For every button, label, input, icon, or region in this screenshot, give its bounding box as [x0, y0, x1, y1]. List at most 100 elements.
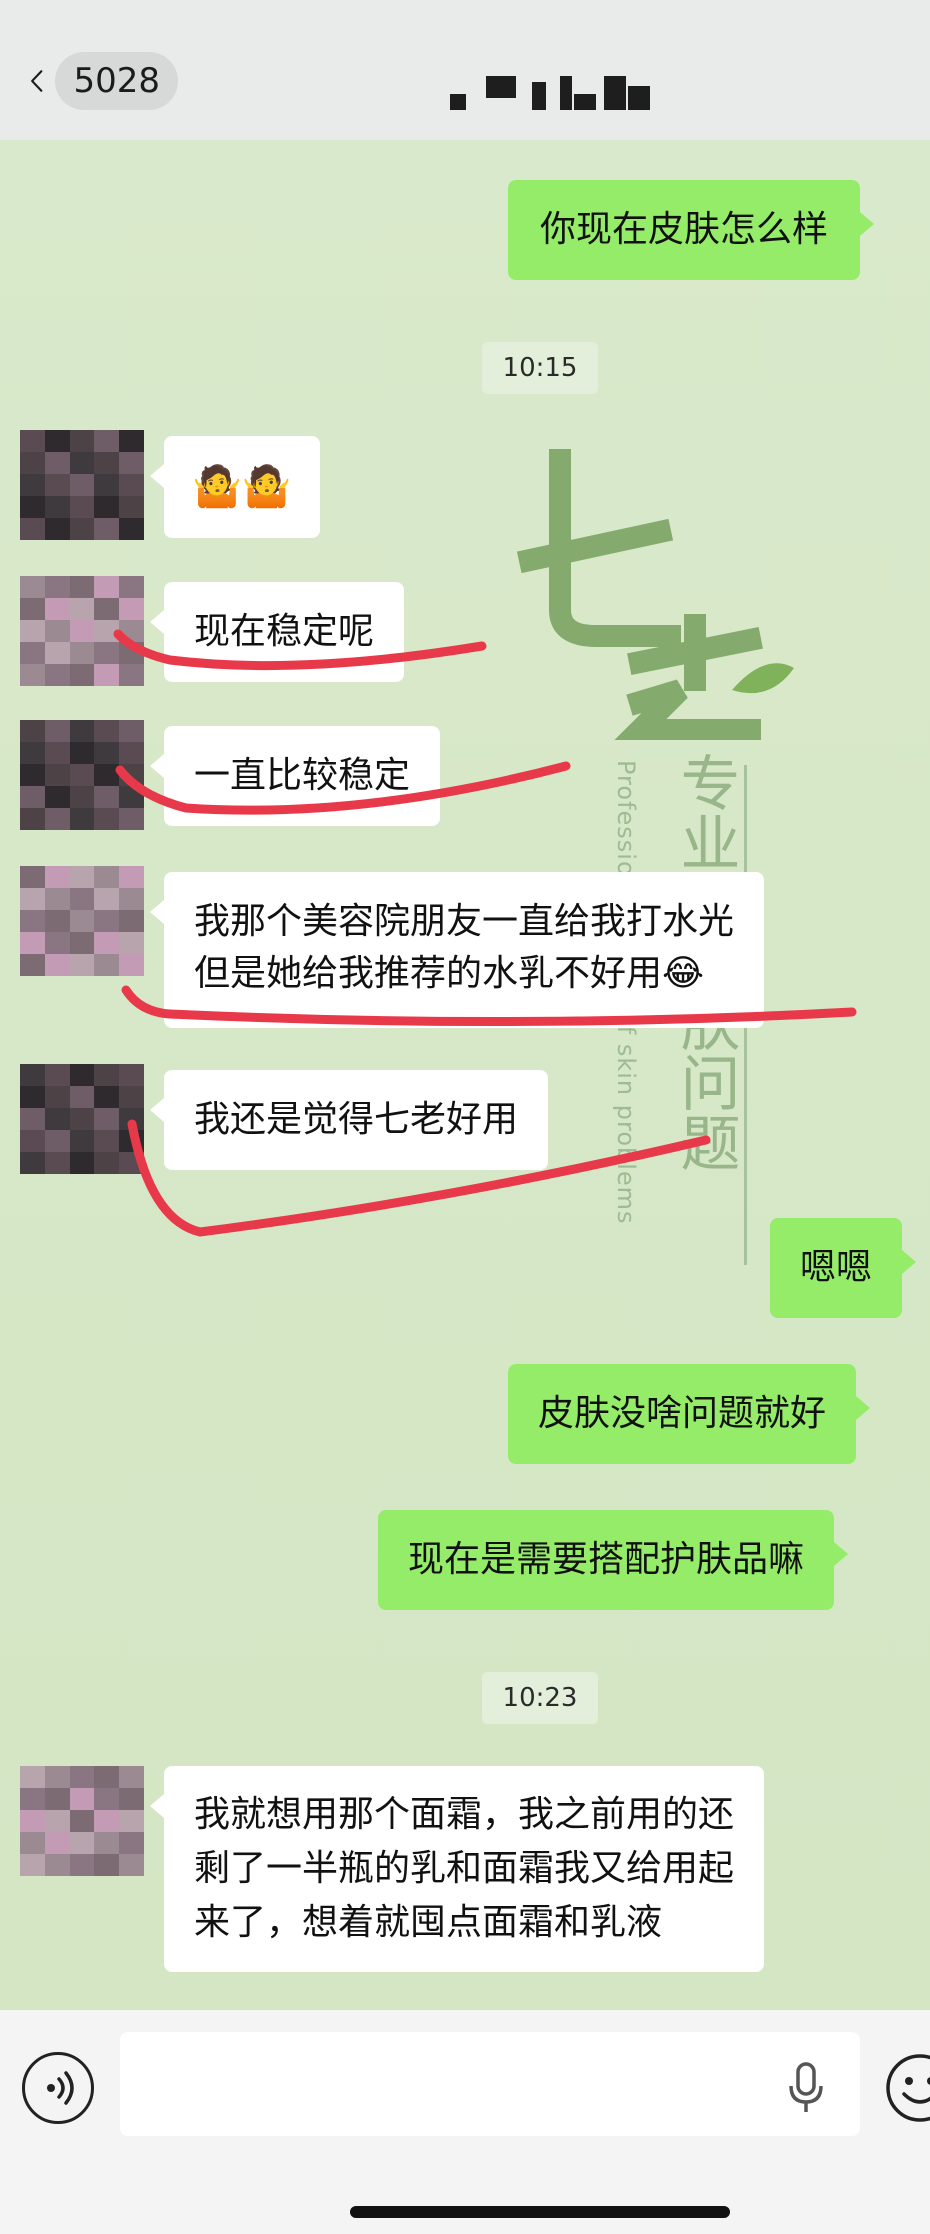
- incoming-message[interactable]: 我就想用那个面霜，我之前用的还 剩了一半瓶的乳和面霜我又给用起 来了，想着就囤点…: [149, 1766, 765, 1972]
- avatar-pixel: [69, 1108, 95, 1130]
- back-button[interactable]: 5028: [28, 50, 178, 112]
- outgoing-message[interactable]: 现在是需要搭配护肤品嘛: [378, 1510, 849, 1610]
- emoji-icon[interactable]: [884, 2052, 930, 2124]
- chat-header: 5028: [0, 0, 930, 140]
- contact-name-redacted: [450, 72, 680, 110]
- avatar-pixel: [69, 888, 95, 910]
- incoming-message[interactable]: 🤷🤷: [150, 436, 320, 538]
- avatar-pixel: [94, 910, 120, 932]
- avatar-pixel: [69, 932, 95, 954]
- avatar-pixel: [44, 1064, 70, 1086]
- avatar-pixel: [20, 1854, 45, 1876]
- avatar-pixel: [119, 1788, 144, 1810]
- avatar-pixel: [20, 764, 45, 786]
- avatar-pixel: [94, 1854, 120, 1876]
- contact-avatar[interactable]: [20, 1064, 144, 1174]
- avatar-pixel: [20, 720, 45, 742]
- avatar-pixel: [44, 1832, 70, 1854]
- avatar-pixel: [44, 1810, 70, 1832]
- avatar-pixel: [94, 954, 120, 976]
- avatar-pixel: [44, 1766, 70, 1788]
- avatar-pixel: [44, 866, 70, 888]
- avatar-pixel: [20, 518, 45, 540]
- avatar-pixel: [44, 620, 70, 642]
- avatar-pixel: [69, 1130, 95, 1152]
- avatar-pixel: [20, 1064, 45, 1086]
- contact-avatar[interactable]: [20, 720, 144, 830]
- message-line: 我那个美容院朋友一直给我打水光: [194, 901, 735, 942]
- avatar-pixel: [119, 642, 144, 664]
- avatar-pixel: [94, 1152, 120, 1174]
- avatar-pixel: [20, 1832, 45, 1854]
- message-input[interactable]: [120, 2032, 860, 2136]
- avatar-pixel: [69, 910, 95, 932]
- avatar-pixel: [119, 452, 144, 474]
- avatar-pixel: [20, 1086, 45, 1108]
- avatar-pixel: [44, 598, 70, 620]
- avatar-pixel: [94, 932, 120, 954]
- avatar-pixel: [94, 642, 120, 664]
- voice-toggle-button[interactable]: [22, 2052, 94, 2124]
- contact-avatar[interactable]: [20, 576, 144, 686]
- avatar-pixel: [119, 1810, 144, 1832]
- avatar-pixel: [20, 742, 45, 764]
- avatar-pixel: [119, 1152, 144, 1174]
- avatar-pixel: [20, 452, 45, 474]
- avatar-pixel: [119, 576, 144, 598]
- avatar-pixel: [69, 1064, 95, 1086]
- avatar-pixel: [44, 576, 70, 598]
- contact-avatar[interactable]: [20, 866, 144, 976]
- avatar-pixel: [20, 1130, 45, 1152]
- avatar-pixel: [94, 430, 120, 452]
- avatar-pixel: [44, 474, 70, 496]
- contact-avatar[interactable]: [20, 430, 144, 540]
- incoming-message[interactable]: 我还是觉得七老好用: [149, 1070, 549, 1170]
- avatar-pixel: [94, 808, 120, 830]
- avatar-pixel: [94, 598, 120, 620]
- avatar-pixel: [119, 1064, 144, 1086]
- avatar-pixel: [94, 1086, 120, 1108]
- incoming-message[interactable]: 一直比较稳定: [149, 726, 441, 826]
- avatar-pixel: [69, 496, 95, 518]
- avatar-pixel: [94, 1108, 120, 1130]
- avatar-pixel: [94, 496, 120, 518]
- avatar-pixel: [119, 664, 144, 686]
- avatar-pixel: [20, 888, 45, 910]
- avatar-pixel: [20, 474, 45, 496]
- avatar-pixel: [94, 620, 120, 642]
- avatar-pixel: [69, 1810, 95, 1832]
- avatar-pixel: [20, 1810, 45, 1832]
- outgoing-message[interactable]: 皮肤没啥问题就好: [508, 1364, 871, 1464]
- outgoing-message[interactable]: 嗯嗯: [770, 1218, 917, 1318]
- avatar-pixel: [119, 786, 144, 808]
- avatar-pixel: [119, 430, 144, 452]
- outgoing-message[interactable]: 你现在皮肤怎么样: [508, 180, 875, 280]
- avatar-pixel: [20, 1108, 45, 1130]
- avatar-pixel: [94, 1064, 120, 1086]
- contact-avatar[interactable]: [20, 1766, 144, 1876]
- message-line: 但是她给我推荐的水乳不好用😂: [194, 953, 705, 994]
- avatar-pixel: [119, 866, 144, 888]
- incoming-message[interactable]: 我那个美容院朋友一直给我打水光 但是她给我推荐的水乳不好用😂: [149, 872, 765, 1028]
- microphone-icon[interactable]: [786, 2062, 826, 2114]
- chevron-left-icon: [31, 70, 43, 92]
- avatar-pixel: [44, 1854, 70, 1876]
- avatar-pixel: [20, 430, 45, 452]
- avatar-pixel: [20, 808, 45, 830]
- avatar-pixel: [119, 620, 144, 642]
- voice-icon: [47, 2071, 74, 2105]
- timestamp: 10:15: [482, 342, 598, 394]
- avatar-pixel: [69, 518, 95, 540]
- avatar-pixel: [94, 1766, 120, 1788]
- avatar-pixel: [44, 642, 70, 664]
- incoming-message[interactable]: 现在稳定呢: [149, 582, 405, 682]
- avatar-pixel: [69, 598, 95, 620]
- message-line: 剩了一半瓶的乳和面霜我又给用起: [194, 1848, 735, 1889]
- avatar-pixel: [44, 932, 70, 954]
- avatar-pixel: [44, 764, 70, 786]
- avatar-pixel: [69, 620, 95, 642]
- avatar-pixel: [119, 474, 144, 496]
- avatar-pixel: [119, 598, 144, 620]
- avatar-pixel: [119, 1766, 144, 1788]
- avatar-pixel: [44, 518, 70, 540]
